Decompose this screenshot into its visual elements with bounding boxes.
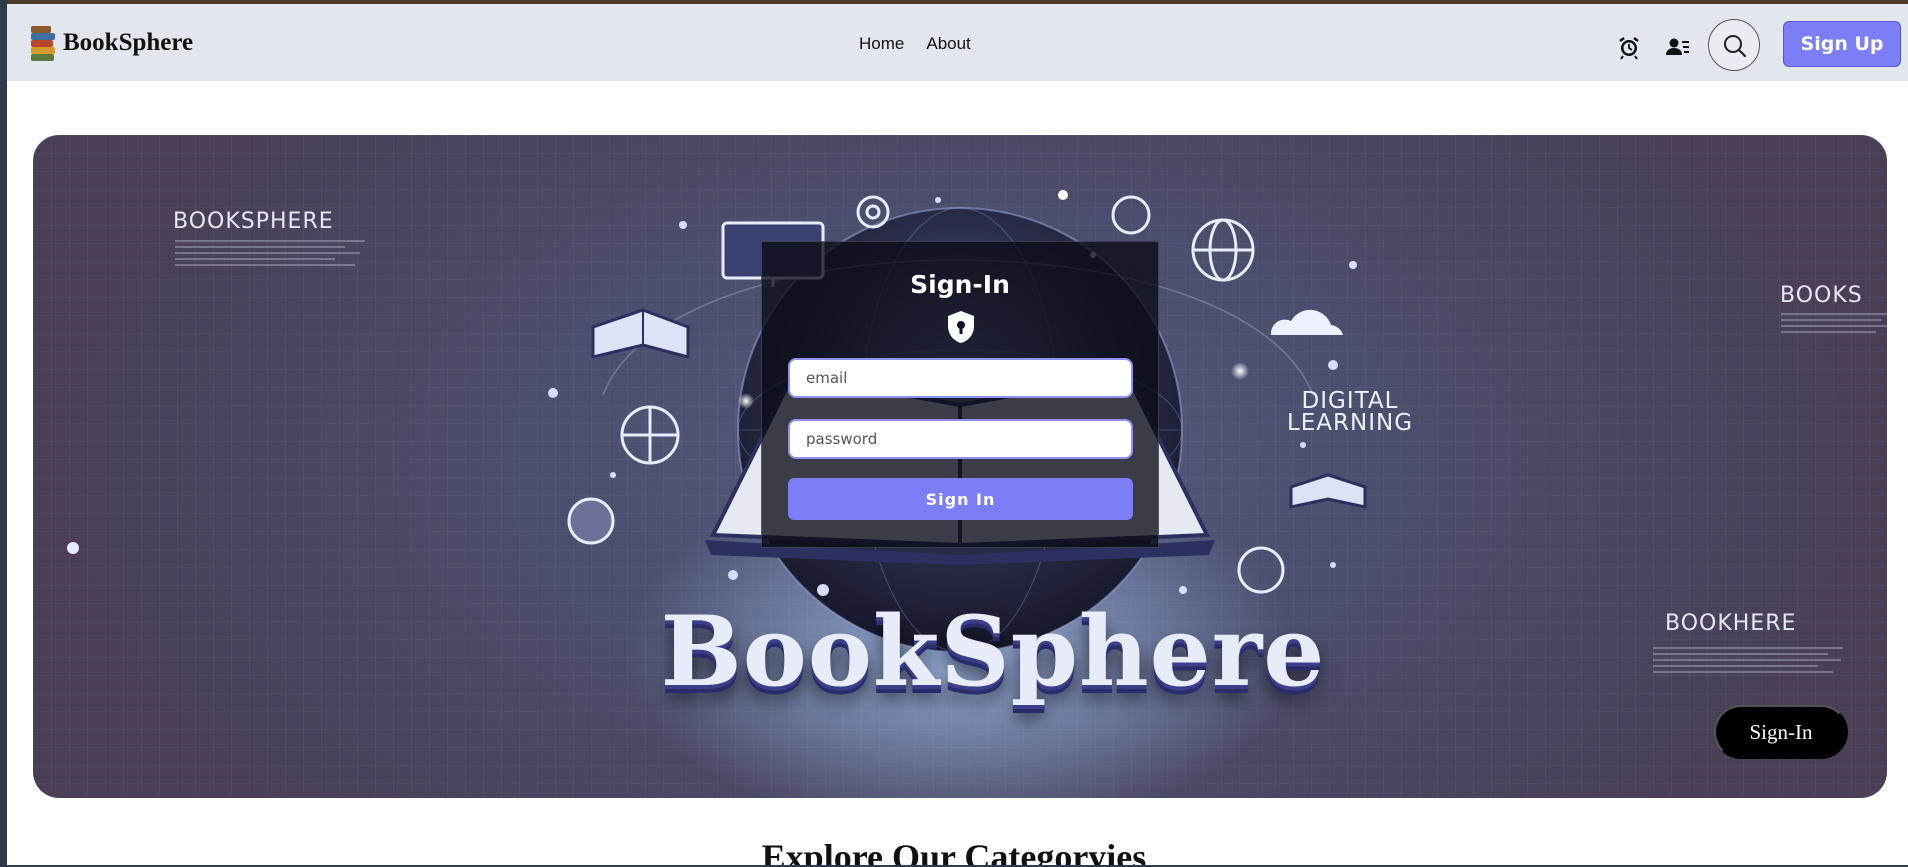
email-field[interactable]	[788, 358, 1133, 398]
signup-button[interactable]: Sign Up	[1783, 21, 1901, 67]
hero-side-lines-right-bottom	[1653, 647, 1843, 677]
brand-name: BookSphere	[63, 29, 194, 56]
categories-section-title: Explore Our Categoryies	[761, 837, 1147, 867]
signin-submit-button[interactable]: Sign In	[788, 478, 1133, 520]
hero-side-lines-left	[175, 240, 365, 270]
hero-side-text-right-bottom: BOOKHERE	[1665, 611, 1797, 636]
nav-link-home[interactable]: Home	[859, 34, 904, 54]
user-list-icon[interactable]	[1665, 34, 1691, 60]
hero-signin-button[interactable]: Sign-In	[1714, 705, 1848, 759]
books-logo-icon	[29, 23, 57, 63]
hero-title: BookSphere	[660, 595, 1326, 708]
digital-learning-line2: LEARNING	[1286, 410, 1414, 436]
hero-banner: BOOKSPHERE BOOKS BOOKHERE DIGITAL LEARNI…	[33, 135, 1887, 798]
hero-side-lines-right-top	[1781, 313, 1887, 337]
nav-links: Home About	[859, 34, 971, 54]
password-field[interactable]	[788, 419, 1133, 459]
window-frame-left	[0, 0, 7, 867]
signin-card-title: Sign-In	[910, 270, 1010, 299]
hero-side-text-right-top: BOOKS	[1780, 283, 1863, 308]
hero-side-text-left: BOOKSPHERE	[173, 209, 334, 234]
signin-card: Sign-In Sign In	[761, 241, 1159, 548]
digital-learning-line1: DIGITAL	[1301, 388, 1399, 414]
digital-learning-text: DIGITAL LEARNING	[1270, 388, 1430, 436]
navbar: BookSphere Home About Sign Up	[7, 4, 1908, 81]
nav-link-about[interactable]: About	[926, 34, 970, 54]
brand-link[interactable]: BookSphere	[29, 22, 193, 64]
search-icon	[1724, 35, 1747, 58]
shield-lock-icon	[948, 311, 974, 343]
search-button[interactable]	[1708, 19, 1760, 71]
alarm-clock-icon[interactable]	[1616, 34, 1642, 60]
